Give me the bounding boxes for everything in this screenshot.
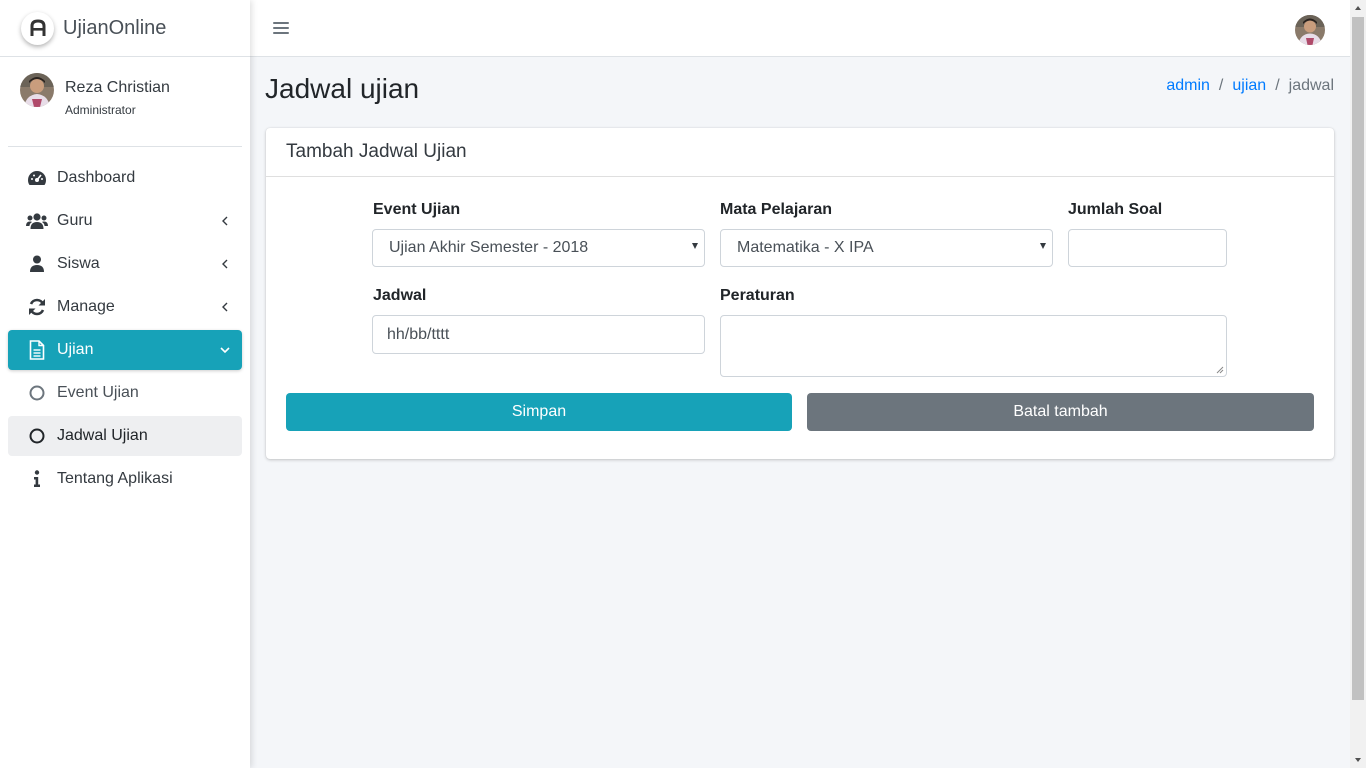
- user-panel: Reza Christian Administrator: [8, 57, 242, 147]
- brand-name: UjianOnline: [63, 16, 167, 39]
- sync-icon: [26, 296, 48, 318]
- vertical-scrollbar[interactable]: [1350, 0, 1366, 768]
- breadcrumb: admin / ujian / jadwal: [1166, 77, 1334, 95]
- sidebar-item-label: Jadwal Ujian: [57, 427, 148, 444]
- sidebar-item-jadwal-ujian[interactable]: Jadwal Ujian: [8, 416, 242, 456]
- mata-pelajaran-selected-value: Matematika - X IPA: [737, 239, 874, 256]
- chevron-left-icon: [218, 214, 232, 228]
- menu-toggle-icon[interactable]: [273, 21, 289, 35]
- sidebar-item-label: Guru: [57, 212, 93, 229]
- mata-pelajaran-label: Mata Pelajaran: [720, 201, 833, 218]
- chevron-left-icon: [218, 257, 232, 271]
- card-header: Tambah Jadwal Ujian: [266, 128, 1334, 177]
- top-navbar: [250, 0, 1350, 57]
- caret-down-icon: [1040, 243, 1046, 249]
- sidebar-item-label: Siswa: [57, 255, 100, 272]
- sidebar-item-guru[interactable]: Guru: [8, 201, 242, 241]
- breadcrumb-separator: /: [1275, 77, 1280, 94]
- chevron-left-icon: [218, 300, 232, 314]
- breadcrumb-link-ujian[interactable]: ujian: [1232, 77, 1266, 95]
- breadcrumb-current: jadwal: [1288, 77, 1334, 94]
- sidebar-item-label: Event Ujian: [57, 384, 139, 401]
- sidebar-item-label: Manage: [57, 298, 115, 315]
- sidebar-nav: Dashboard Guru Siswa Manage Ujian Event …: [0, 147, 250, 499]
- batal-tambah-button[interactable]: Batal tambah: [807, 393, 1314, 431]
- sidebar-item-ujian[interactable]: Ujian: [8, 330, 242, 370]
- user-icon: [26, 253, 48, 275]
- circle-icon: [26, 382, 48, 404]
- sidebar-item-siswa[interactable]: Siswa: [8, 244, 242, 284]
- breadcrumb-separator: /: [1218, 77, 1224, 94]
- users-icon: [26, 210, 48, 232]
- event-ujian-label: Event Ujian: [373, 201, 461, 218]
- peraturan-textarea[interactable]: [720, 315, 1227, 377]
- simpan-button[interactable]: Simpan: [286, 393, 792, 431]
- jadwal-placeholder: hh/bb/tttt: [387, 325, 450, 343]
- brand-link[interactable]: UjianOnline: [0, 0, 250, 57]
- jumlah-soal-input[interactable]: [1068, 229, 1227, 267]
- event-ujian-selected-value: Ujian Akhir Semester - 2018: [389, 239, 589, 256]
- breadcrumb-link-admin[interactable]: admin: [1166, 77, 1210, 95]
- sidebar-item-label: Tentang Aplikasi: [57, 470, 173, 487]
- sidebar-item-tentang-aplikasi[interactable]: Tentang Aplikasi: [8, 459, 242, 499]
- main-content: Jadwal ujian admin / ujian / jadwal Tamb…: [250, 57, 1350, 768]
- user-name[interactable]: Reza Christian: [65, 79, 170, 97]
- info-icon: [26, 468, 48, 490]
- sidebar-item-event-ujian[interactable]: Event Ujian: [8, 373, 242, 413]
- scroll-up-arrow-icon[interactable]: [1350, 0, 1366, 16]
- resize-handle-icon[interactable]: [1216, 366, 1224, 374]
- chevron-down-icon: [218, 343, 232, 357]
- sidebar: UjianOnline Reza Christian Administrator: [0, 0, 250, 768]
- card-title: Tambah Jadwal Ujian: [286, 141, 467, 162]
- file-icon: [26, 339, 48, 361]
- caret-down-icon: [692, 243, 698, 249]
- event-ujian-select[interactable]: Ujian Akhir Semester - 2018: [372, 229, 705, 267]
- scrollbar-thumb[interactable]: [1352, 17, 1364, 700]
- mata-pelajaran-select[interactable]: Matematika - X IPA: [720, 229, 1053, 267]
- jadwal-label: Jadwal: [373, 287, 427, 304]
- add-schedule-card: Tambah Jadwal Ujian Event Ujian Mata Pel…: [266, 128, 1334, 459]
- scroll-down-arrow-icon[interactable]: [1350, 752, 1366, 768]
- page-title: Jadwal ujian: [265, 73, 420, 104]
- avatar[interactable]: [1295, 15, 1325, 45]
- jadwal-date-input[interactable]: hh/bb/tttt: [372, 315, 705, 354]
- jumlah-soal-label: Jumlah Soal: [1068, 201, 1163, 218]
- user-role: Administrator: [65, 103, 136, 117]
- peraturan-label: Peraturan: [720, 287, 795, 304]
- brand-a-icon: [21, 11, 54, 45]
- circle-icon: [26, 425, 48, 447]
- tachometer-icon: [26, 167, 48, 189]
- sidebar-item-manage[interactable]: Manage: [8, 287, 242, 327]
- sidebar-item-label: Ujian: [57, 341, 94, 358]
- avatar[interactable]: [20, 73, 54, 107]
- sidebar-item-dashboard[interactable]: Dashboard: [8, 158, 242, 198]
- sidebar-item-label: Dashboard: [57, 169, 136, 186]
